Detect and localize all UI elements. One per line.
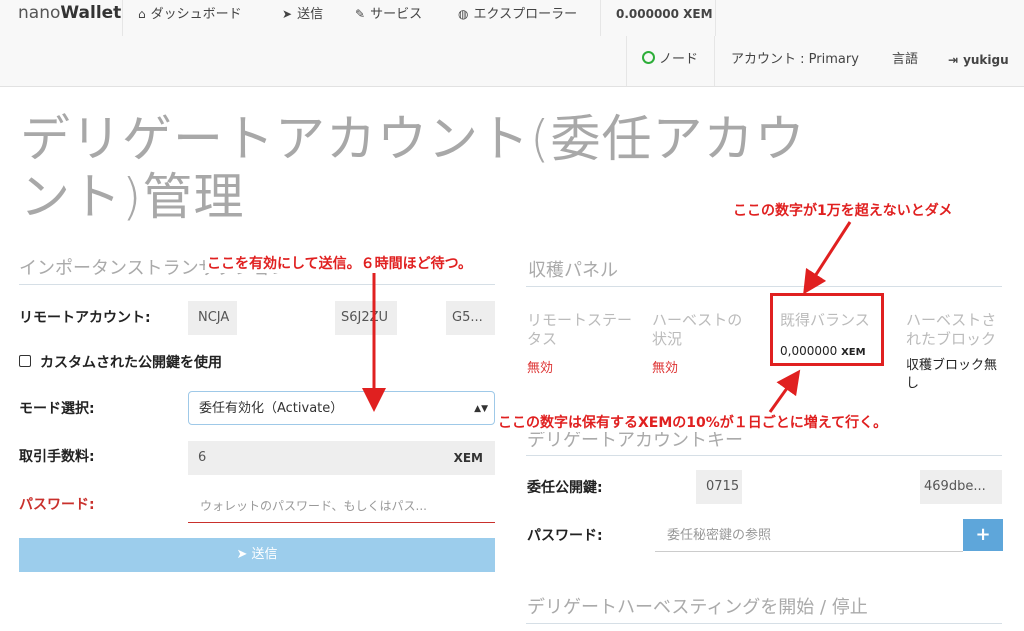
arrow-from-below-to-vested-balance xyxy=(768,369,801,413)
annotation-arrows xyxy=(362,221,852,413)
arrow-to-vested-balance xyxy=(803,221,852,295)
